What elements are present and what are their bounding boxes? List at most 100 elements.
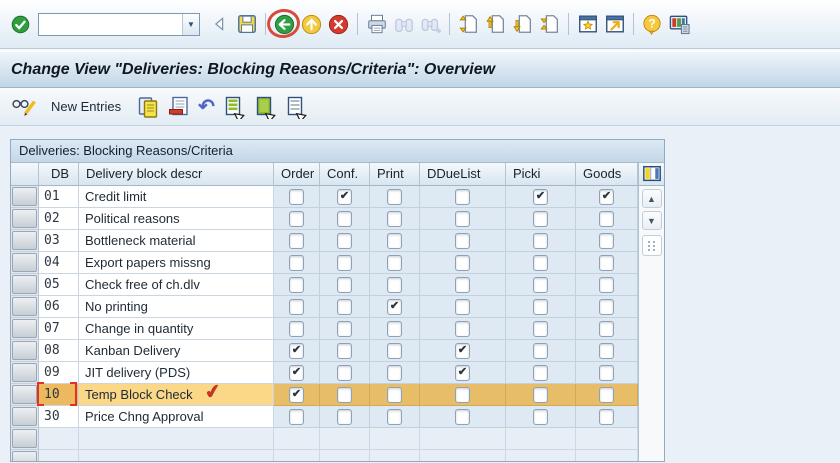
cell-descr-04[interactable]: Export papers missng (79, 252, 274, 274)
first-page-button[interactable] (455, 11, 482, 38)
cell-db-06[interactable]: 06 (39, 296, 79, 318)
checkbox-goods-04[interactable] (599, 254, 614, 271)
cell-db-03[interactable]: 03 (39, 230, 79, 252)
checkbox-print-01[interactable] (387, 188, 402, 205)
deselect-all-button[interactable] (282, 93, 310, 121)
checkbox-dduelist-08[interactable]: ✔ (455, 342, 470, 359)
checkbox-picki-01[interactable]: ✔ (533, 188, 548, 205)
checkbox-goods-30[interactable] (599, 408, 614, 425)
checkbox-dduelist-01[interactable] (455, 188, 470, 205)
row-selector-30[interactable] (12, 407, 37, 426)
command-dropdown-button[interactable]: ▼ (182, 13, 199, 35)
checkbox-dduelist-03[interactable] (455, 232, 470, 249)
checkbox-dduelist-06[interactable] (455, 298, 470, 315)
customize-layout-button[interactable] (666, 11, 693, 38)
checkbox-picki-02[interactable] (533, 210, 548, 227)
cell-descr-02[interactable]: Political reasons (79, 208, 274, 230)
checkbox-order-30[interactable] (289, 408, 304, 425)
checkbox-print-02[interactable] (387, 210, 402, 227)
checkbox-conf-04[interactable] (337, 254, 352, 271)
checkbox-dduelist-05[interactable] (455, 276, 470, 293)
checkbox-dduelist-04[interactable] (455, 254, 470, 271)
checkbox-picki-30[interactable] (533, 408, 548, 425)
checkbox-goods-06[interactable] (599, 298, 614, 315)
cell-descr-03[interactable]: Bottleneck material (79, 230, 274, 252)
exit-button[interactable] (298, 11, 325, 38)
cell-descr-06[interactable]: No printing (79, 296, 274, 318)
checkbox-goods-09[interactable] (599, 364, 614, 381)
row-selector-08[interactable] (12, 341, 37, 360)
checkbox-order-10[interactable]: ✔ (289, 386, 304, 403)
checkbox-print-08[interactable] (387, 342, 402, 359)
checkbox-print-04[interactable] (387, 254, 402, 271)
column-header-picki[interactable]: Picki (506, 163, 576, 186)
cell-db-04[interactable]: 04 (39, 252, 79, 274)
table-settings-button[interactable] (640, 164, 664, 184)
checkbox-order-03[interactable] (289, 232, 304, 249)
checkbox-order-04[interactable] (289, 254, 304, 271)
page-up-button[interactable] (482, 11, 509, 38)
checkbox-print-09[interactable] (387, 364, 402, 381)
checkbox-picki-10[interactable] (533, 386, 548, 403)
checkbox-goods-10[interactable] (599, 386, 614, 403)
checkbox-dduelist-10[interactable] (455, 386, 470, 403)
checkbox-order-08[interactable]: ✔ (289, 342, 304, 359)
checkbox-print-30[interactable] (387, 408, 402, 425)
checkbox-picki-03[interactable] (533, 232, 548, 249)
create-shortcut-button[interactable] (601, 11, 628, 38)
command-field[interactable] (39, 13, 182, 35)
undo-button[interactable]: ↶ (196, 93, 217, 121)
checkbox-conf-02[interactable] (337, 210, 352, 227)
checkbox-picki-09[interactable] (533, 364, 548, 381)
column-header-deliveryblockdescr[interactable]: Delivery block descr (79, 163, 274, 186)
column-header-goods[interactable]: Goods (576, 163, 638, 186)
checkbox-conf-07[interactable] (337, 320, 352, 337)
cell-descr-08[interactable]: Kanban Delivery (79, 340, 274, 362)
checkbox-dduelist-07[interactable] (455, 320, 470, 337)
print-button[interactable] (363, 11, 390, 38)
checkbox-conf-08[interactable] (337, 342, 352, 359)
checkbox-conf-01[interactable]: ✔ (337, 188, 352, 205)
checkbox-order-06[interactable] (289, 298, 304, 315)
save-button[interactable] (233, 11, 260, 38)
column-header-db[interactable]: DB (39, 163, 79, 186)
column-header-selector[interactable] (11, 163, 39, 186)
checkbox-print-06[interactable]: ✔ (387, 298, 402, 315)
new-entries-button[interactable]: New Entries (43, 93, 131, 121)
cancel-button[interactable] (325, 11, 352, 38)
checkbox-goods-03[interactable] (599, 232, 614, 249)
scroll-grip[interactable] (641, 235, 662, 256)
display-change-toggle-button[interactable] (9, 93, 40, 121)
cell-descr-09[interactable]: JIT delivery (PDS) (79, 362, 274, 384)
column-header-dduelist[interactable]: DDueList (420, 163, 506, 186)
row-selector-empty[interactable] (12, 451, 37, 461)
row-selector-09[interactable] (12, 363, 37, 382)
help-button[interactable]: ? (639, 11, 666, 38)
checkbox-picki-07[interactable] (533, 320, 548, 337)
cell-db-07[interactable]: 07 (39, 318, 79, 340)
enter-button[interactable] (7, 11, 34, 38)
checkbox-dduelist-09[interactable]: ✔ (455, 364, 470, 381)
row-selector-03[interactable] (12, 231, 37, 250)
checkbox-conf-30[interactable] (337, 408, 352, 425)
toggle-command-field-button[interactable] (206, 11, 233, 38)
checkbox-goods-07[interactable] (599, 320, 614, 337)
scroll-down-button[interactable]: ▼ (641, 211, 662, 230)
checkbox-goods-05[interactable] (599, 276, 614, 293)
scroll-track[interactable] (639, 256, 664, 461)
cell-descr-30[interactable]: Price Chng Approval (79, 406, 274, 428)
row-selector-empty[interactable] (12, 429, 37, 448)
checkbox-picki-05[interactable] (533, 276, 548, 293)
cell-db-05[interactable]: 05 (39, 274, 79, 296)
row-selector-04[interactable] (12, 253, 37, 272)
checkbox-print-05[interactable] (387, 276, 402, 293)
checkbox-goods-08[interactable] (599, 342, 614, 359)
cell-descr-01[interactable]: Credit limit (79, 186, 274, 208)
cell-descr-07[interactable]: Change in quantity (79, 318, 274, 340)
row-selector-06[interactable] (12, 297, 37, 316)
delete-button[interactable] (165, 93, 193, 121)
checkbox-conf-10[interactable] (337, 386, 352, 403)
cell-db-09[interactable]: 09 (39, 362, 79, 384)
cell-descr-10[interactable]: Temp Block Check ✔ (79, 381, 274, 406)
page-down-button[interactable] (509, 11, 536, 38)
